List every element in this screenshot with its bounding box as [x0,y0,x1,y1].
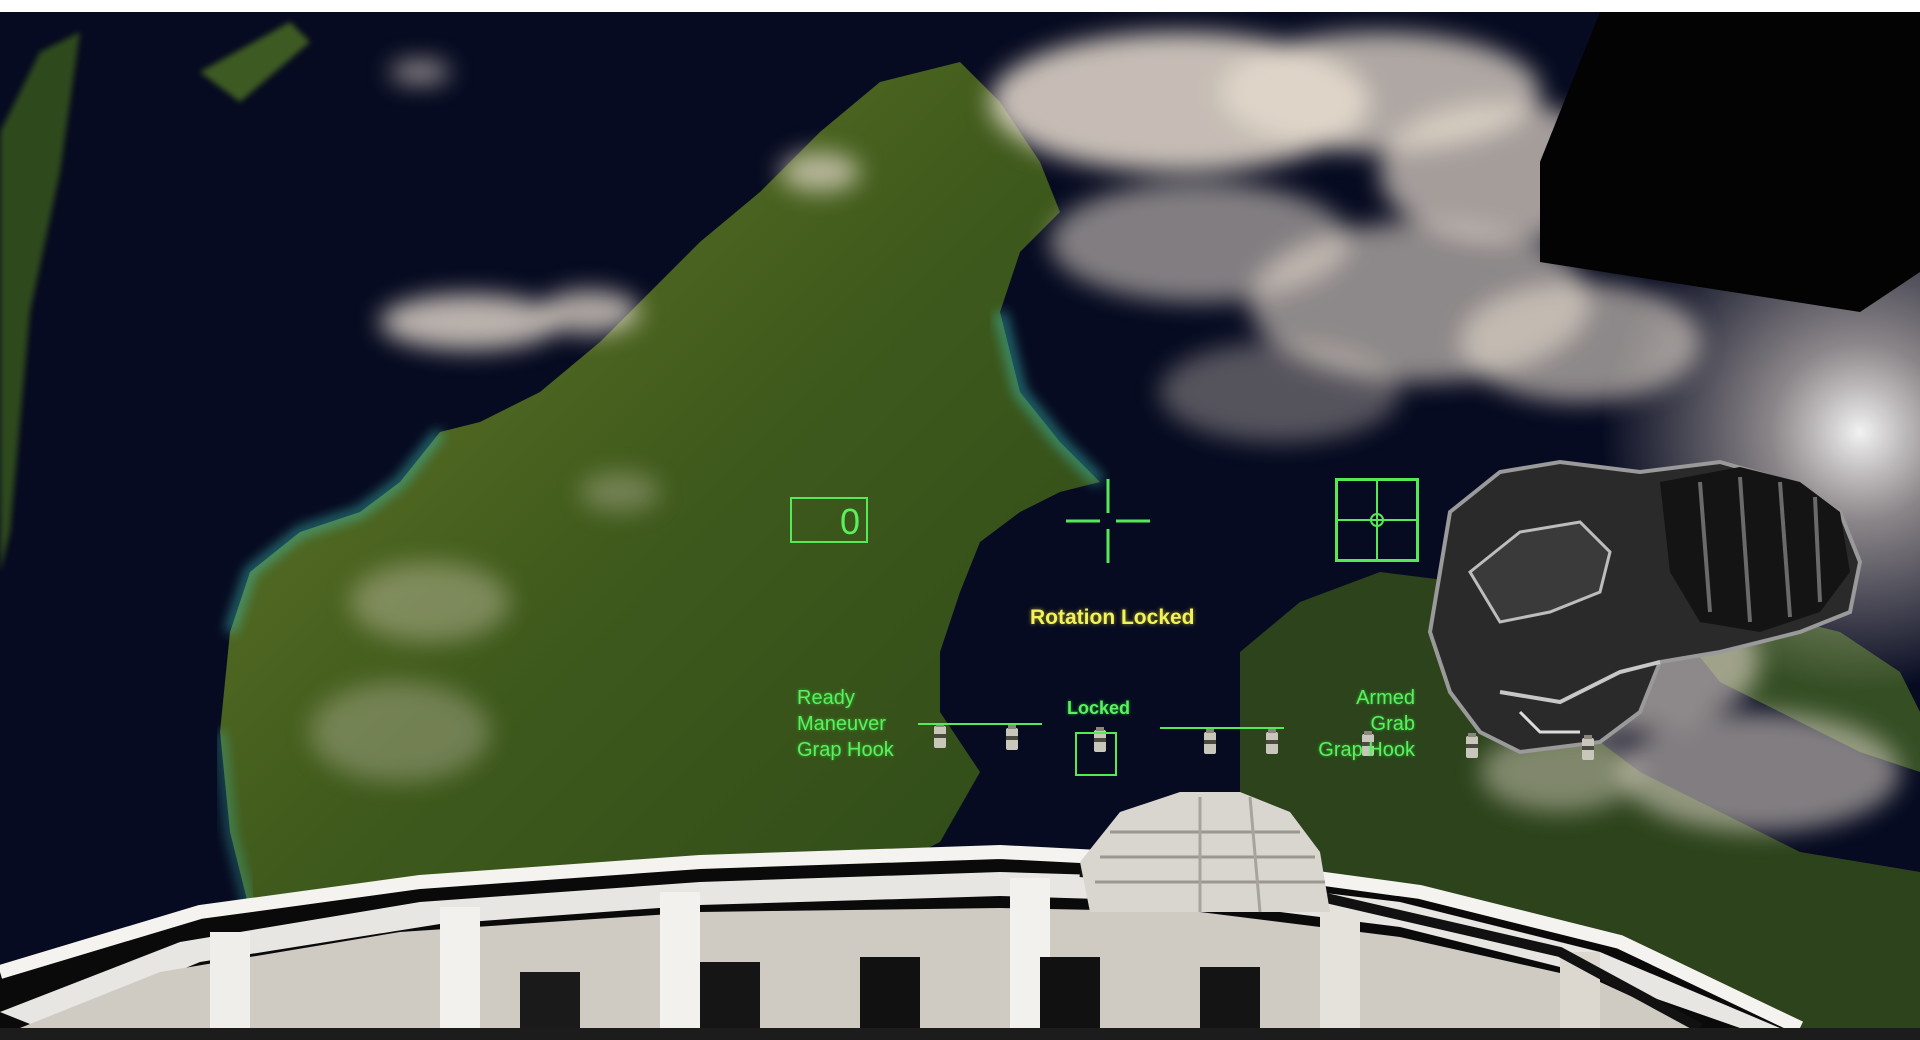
target-reticle-icon [1335,478,1419,562]
counter-box: 0 [790,497,868,543]
window-title-bar [0,0,1920,12]
right-tool-bracket [1160,727,1284,729]
canister-icon [934,723,946,748]
canister-icon [1006,725,1018,750]
left-tool-line-3: Grap Hook [797,739,894,761]
game-viewport[interactable]: 0 Rotation Locked Ready Maneuver Grap Ho… [0,12,1920,1028]
spacecraft-panel [1540,12,1920,312]
left-tool-line-2: Maneuver [797,713,886,735]
left-tool-bracket [918,723,1042,725]
canister-icon [1266,729,1278,754]
counter-value: 0 [839,501,860,542]
selected-tool-box[interactable] [1075,732,1117,776]
right-tool-line-2: Grab [1370,713,1415,735]
right-tool-status: Armed Grab Grap Hook [1300,685,1415,763]
left-tool-line-1: Ready [797,687,855,709]
crosshair-icon [1066,479,1150,563]
canister-icon [1466,733,1478,758]
right-tool-line-1: Armed [1356,687,1415,709]
rotation-status: Rotation Locked [1030,606,1195,629]
center-tool-label: Locked [1067,698,1131,718]
window-bottom-bar [0,1028,1920,1040]
canister-icon [1582,735,1594,760]
left-tool-status: Ready Maneuver Grap Hook [797,685,894,763]
earth-scene [0,12,1920,1028]
right-tool-line-3: Grap Hook [1318,739,1415,761]
canister-icon [1204,729,1216,754]
